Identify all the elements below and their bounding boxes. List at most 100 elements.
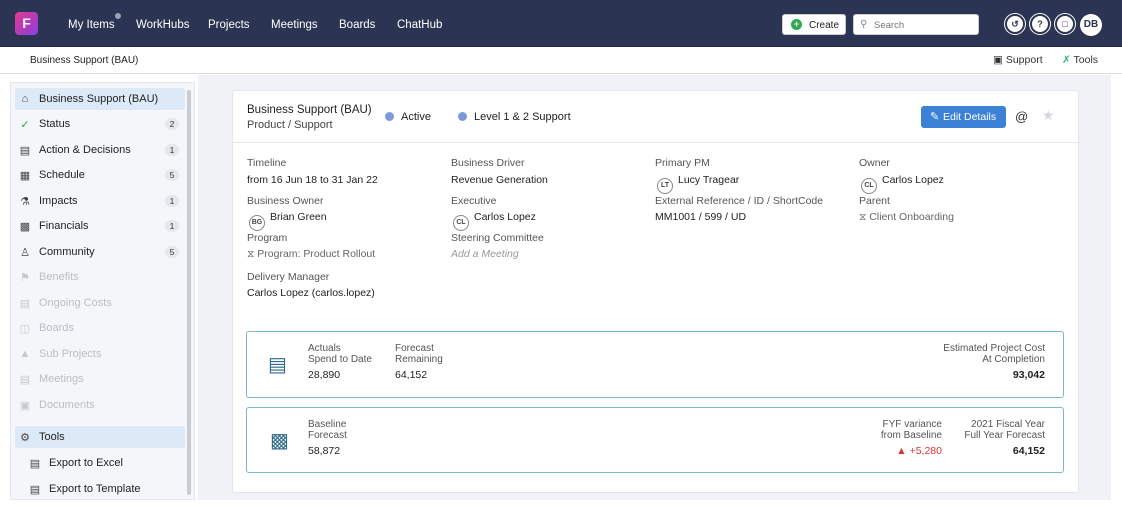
baseline-value: 58,872	[308, 445, 341, 457]
eac-value: 93,042	[1012, 369, 1045, 381]
level-badge[interactable]: Level 1 & 2 Support	[458, 111, 571, 123]
sidebar-item-tools[interactable]: ⚙ Tools	[15, 426, 185, 448]
avatar: BG	[249, 215, 265, 231]
sidebar-item-label: Documents	[39, 399, 95, 411]
sidebar-item-status[interactable]: ✓ Status 2	[15, 113, 185, 135]
sidebar-item-label: Benefits	[39, 271, 79, 283]
owner-value[interactable]: CL Carlos Lopez	[861, 174, 944, 194]
sidebar-item-label: Ongoing Costs	[39, 297, 112, 309]
wallet-icon: ▤	[19, 298, 31, 310]
sidebar-item-impacts[interactable]: ⚗ Impacts 1	[15, 190, 185, 212]
sidebar-item-boards[interactable]: ◫ Boards	[15, 317, 185, 339]
search-input[interactable]	[874, 18, 974, 32]
word-icon: ▤	[29, 484, 41, 496]
status-badge[interactable]: Active	[385, 111, 431, 123]
board-icon: ◫	[19, 323, 31, 335]
sidebar-item-business-support[interactable]: ⌂ Business Support (BAU)	[15, 88, 185, 110]
sidebar-item-sub-projects[interactable]: ▲ Sub Projects	[15, 343, 185, 365]
create-button[interactable]: + Create	[782, 14, 846, 35]
count-badge: 5	[165, 246, 179, 258]
executive-value[interactable]: CL Carlos Lopez	[453, 211, 536, 231]
nav-boards[interactable]: Boards	[339, 19, 375, 31]
chart-icon: ▩	[19, 221, 31, 233]
search-box[interactable]: ⚲	[853, 14, 979, 35]
breadcrumb[interactable]: Business Support (BAU)	[30, 55, 138, 66]
count-badge: 1	[165, 144, 179, 156]
business-driver-label: Business Driver	[451, 157, 525, 169]
sidebar-item-label: Sub Projects	[39, 348, 102, 360]
mention-icon[interactable]: @	[1015, 109, 1028, 124]
sidebar-item-financials[interactable]: ▩ Financials 1	[15, 215, 185, 237]
fyf-variance-value: ▲ +5,280	[896, 445, 942, 457]
clipboard-icon: ▤	[19, 145, 31, 157]
support-label: Support	[1005, 54, 1043, 66]
edit-details-label: Edit Details	[943, 111, 997, 123]
chat-icon[interactable]: □	[1055, 14, 1075, 34]
forecast-remaining-label: Forecast Remaining	[395, 343, 443, 365]
tools-link[interactable]: ✗ Tools	[1062, 54, 1098, 66]
status-dot-icon	[385, 112, 394, 121]
app-logo[interactable]: F	[15, 12, 38, 35]
business-owner-value[interactable]: BG Brian Green	[249, 211, 327, 231]
link-icon: ⧖	[247, 248, 258, 260]
link-icon: ⧖	[859, 211, 870, 223]
add-meeting-link[interactable]: Add a Meeting	[451, 248, 519, 260]
nav-chathub[interactable]: ChatHub	[397, 19, 442, 31]
sidebar-item-label: Action & Decisions	[39, 144, 131, 156]
fiscal-year-label: 2021 Fiscal Year Full Year Forecast	[964, 419, 1045, 441]
forecast-remaining-value: 64,152	[395, 369, 428, 381]
sidebar-item-export-template[interactable]: ▤ Export to Template	[25, 478, 195, 500]
primary-pm-value[interactable]: LT Lucy Tragear	[657, 174, 739, 194]
parent-label: Parent	[859, 195, 890, 207]
executive-label: Executive	[451, 195, 497, 207]
status-label: Active	[401, 111, 431, 123]
timeline-value: from 16 Jun 18 to 31 Jan 22	[247, 174, 378, 186]
count-badge: 5	[165, 169, 179, 181]
owner-name: Carlos Lopez	[882, 174, 944, 186]
sidebar-item-label: Community	[39, 246, 95, 258]
program-label: Program	[247, 232, 288, 244]
impacts-icon: ⚗	[20, 196, 30, 208]
switch-icon[interactable]: ↺	[1005, 14, 1025, 34]
calendar-icon: ▦	[19, 170, 31, 182]
help-icon[interactable]: ?	[1030, 14, 1050, 34]
delivery-manager-value: Carlos Lopez (carlos.lopez)	[247, 287, 375, 299]
create-button-label: Create	[809, 20, 840, 31]
sidebar-item-schedule[interactable]: ▦ Schedule 5	[15, 164, 185, 186]
edit-details-button[interactable]: ✎ Edit Details	[921, 106, 1006, 128]
parent-value[interactable]: ⧖ Client Onboarding	[859, 211, 954, 224]
sidebar-item-benefits[interactable]: ⚑ Benefits	[15, 266, 185, 288]
executive-name: Carlos Lopez	[474, 211, 536, 223]
level-label: Level 1 & 2 Support	[474, 111, 571, 123]
count-badge: 1	[165, 195, 179, 207]
sidebar-item-meetings[interactable]: ▤ Meetings	[15, 368, 185, 390]
external-reference-label: External Reference / ID / ShortCode	[655, 195, 824, 207]
document-icon: ▣	[19, 400, 31, 412]
flag-icon: ⚑	[20, 272, 30, 284]
sidebar-item-ongoing-costs[interactable]: ▤ Ongoing Costs	[15, 292, 185, 314]
avatar: CL	[861, 178, 877, 194]
meeting-icon: ▤	[19, 374, 31, 386]
nav-meetings[interactable]: Meetings	[271, 19, 318, 31]
sidebar-item-label: Status	[39, 118, 71, 130]
sidebar-item-action-decisions[interactable]: ▤ Action & Decisions 1	[15, 139, 185, 161]
nav-my-items[interactable]: My Items	[68, 19, 115, 31]
baseline-label: Baseline Forecast	[308, 419, 347, 441]
sidebar-item-community[interactable]: ♙ Community 5	[15, 241, 185, 263]
nav-workhubs[interactable]: WorkHubs	[136, 19, 189, 31]
sidebar-item-label: Export to Template	[49, 483, 141, 495]
gear-icon: ⚙	[20, 432, 30, 444]
sidebar-scrollbar[interactable]	[187, 90, 191, 495]
star-icon[interactable]: ★	[1042, 107, 1055, 124]
support-icon: ▣	[993, 54, 1003, 66]
program-value[interactable]: ⧖ Program: Product Rollout	[247, 248, 375, 261]
sidebar-item-export-excel[interactable]: ▤ Export to Excel	[25, 452, 195, 474]
nav-projects[interactable]: Projects	[208, 19, 250, 31]
sidebar-item-documents[interactable]: ▣ Documents	[15, 394, 185, 416]
project-title: Business Support (BAU)	[247, 104, 372, 116]
bar-chart-icon: ▩	[270, 430, 289, 452]
user-avatar[interactable]: DB	[1080, 14, 1102, 36]
support-link[interactable]: ▣ Support	[993, 54, 1043, 66]
business-owner-name: Brian Green	[270, 211, 327, 223]
timeline-label: Timeline	[247, 157, 287, 169]
